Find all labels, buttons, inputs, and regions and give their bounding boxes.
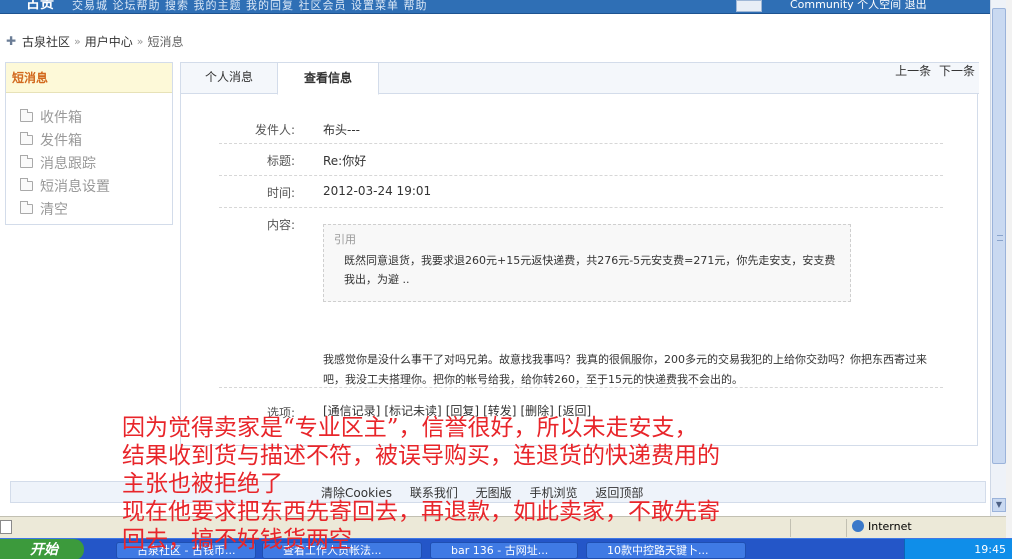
- folder-icon: [20, 154, 33, 168]
- page-scrollbar[interactable]: ▼: [990, 0, 1006, 516]
- sidebar-item-label: 清空: [40, 201, 68, 218]
- status-divider: [846, 519, 847, 537]
- time-label: 时间:: [266, 186, 295, 200]
- annotation-line: 主张也被拒绝了: [122, 471, 283, 497]
- sidebar: 短消息 收件箱 发件箱 消息跟踪 短消息设置 清空: [5, 62, 173, 225]
- subject-label: 标题:: [266, 154, 295, 168]
- message-body: 我感觉你是没什么事干了对吗兄弟。故意找我事吗？我真的很佩服你，200多元的交易我…: [323, 353, 927, 386]
- sidebar-item-label: 短消息设置: [40, 178, 110, 195]
- time-value: 2012-03-24 19:01: [323, 184, 432, 198]
- quote-block: 引用 既然同意退货，我要求退260元+15元返快递费，共276元-5元安支费=2…: [323, 224, 851, 302]
- sidebar-menu: 收件箱 发件箱 消息跟踪 短消息设置 清空: [6, 93, 172, 220]
- time-row: 时间: 2012-03-24 19:01: [219, 176, 943, 208]
- breadcrumb: ✚ 古泉社区 » 用户中心 » 短消息: [6, 32, 184, 50]
- annotation-line: 因为觉得卖家是“专业区主”，信誉很好，所以未走安支，: [122, 415, 698, 441]
- globe-icon: [852, 520, 864, 532]
- annotation-line: 结果收到货与描述不符，被误导购买，连退货的快递费用的: [122, 443, 720, 469]
- breadcrumb-separator: »: [74, 34, 81, 48]
- breadcrumb-current: 短消息: [147, 34, 184, 49]
- scroll-down-arrow-icon[interactable]: ▼: [992, 498, 1006, 512]
- breadcrumb-user-center[interactable]: 用户中心: [85, 33, 133, 50]
- scrollbar-thumb[interactable]: [992, 8, 1006, 464]
- breadcrumb-home[interactable]: 古泉社区: [22, 33, 70, 50]
- subject-row: 标题: Re:你好: [219, 144, 943, 176]
- folder-icon: [20, 200, 33, 214]
- page-icon: [0, 520, 12, 534]
- folder-icon: [20, 177, 33, 191]
- status-divider: [790, 519, 791, 537]
- sidebar-item-label: 发件箱: [40, 132, 82, 149]
- tray-clock[interactable]: 19:45: [974, 543, 1006, 556]
- sidebar-item-label: 收件箱: [40, 109, 82, 126]
- annotation-line: 现在他要求把东西先寄回去，再退款，如此卖家，不敢先寄: [122, 499, 720, 525]
- folder-icon: [20, 108, 33, 122]
- message-pager: 上一条 下一条: [891, 62, 975, 80]
- tab-view-message[interactable]: 查看信息: [277, 62, 379, 95]
- tab-personal-messages[interactable]: 个人消息: [181, 62, 277, 95]
- sidebar-item-settings[interactable]: 短消息设置: [20, 174, 172, 197]
- start-button[interactable]: 开始: [0, 539, 84, 559]
- site-header-bar: 古贵 交易城 论坛帮助 搜索 我的主题 我的回复 社区会员 设置菜单 帮助 Co…: [0, 0, 990, 14]
- annotation-overlay: 因为觉得卖家是“专业区主”，信誉很好，所以未走安支， 结果收到货与描述不符，被误导…: [122, 414, 720, 554]
- content-label: 内容:: [266, 218, 295, 232]
- site-logo[interactable]: 古贵: [26, 0, 54, 13]
- avatar[interactable]: [736, 0, 762, 12]
- quote-title: 引用: [334, 233, 356, 246]
- content-row: 内容: 引用 既然同意退货，我要求退260元+15元返快递费，共276元-5元安…: [219, 208, 943, 388]
- prev-message-link[interactable]: 上一条: [895, 64, 931, 78]
- plus-home-icon: ✚: [6, 34, 17, 48]
- sender-name[interactable]: 布头---: [323, 121, 360, 138]
- sidebar-item-label: 消息跟踪: [40, 155, 96, 172]
- user-menu[interactable]: Community 个人空间 退出: [790, 0, 927, 12]
- folder-icon: [20, 131, 33, 145]
- annotation-line: 回去，搞不好钱货两空: [122, 527, 352, 553]
- subject-value: Re:你好: [323, 154, 367, 168]
- sender-label: 发件人:: [254, 123, 295, 137]
- system-tray: 19:45: [904, 539, 1012, 559]
- quote-body: 既然同意退货，我要求退260元+15元返快递费，共276元-5元安支费=271元…: [344, 254, 836, 286]
- next-message-link[interactable]: 下一条: [939, 64, 975, 78]
- tab-bar: 个人消息 查看信息 上一条 下一条: [181, 62, 979, 95]
- window-edge: [1006, 0, 1012, 559]
- sidebar-item-outbox[interactable]: 发件箱: [20, 128, 172, 151]
- security-zone: Internet: [852, 520, 912, 533]
- site-nav[interactable]: 交易城 论坛帮助 搜索 我的主题 我的回复 社区会员 设置菜单 帮助: [72, 0, 427, 13]
- zone-label: Internet: [868, 520, 912, 533]
- sidebar-item-clear[interactable]: 清空: [20, 197, 172, 220]
- sidebar-title: 短消息: [6, 63, 172, 93]
- sidebar-item-tracking[interactable]: 消息跟踪: [20, 151, 172, 174]
- breadcrumb-separator: »: [136, 34, 144, 48]
- sidebar-item-inbox[interactable]: 收件箱: [20, 105, 172, 128]
- grip-icon: [997, 235, 1003, 241]
- sender-row: 发件人: 布头---: [219, 114, 943, 144]
- message-panel: 个人消息 查看信息 上一条 下一条 发件人: 布头--- 标题: Re:你好 时…: [180, 62, 979, 446]
